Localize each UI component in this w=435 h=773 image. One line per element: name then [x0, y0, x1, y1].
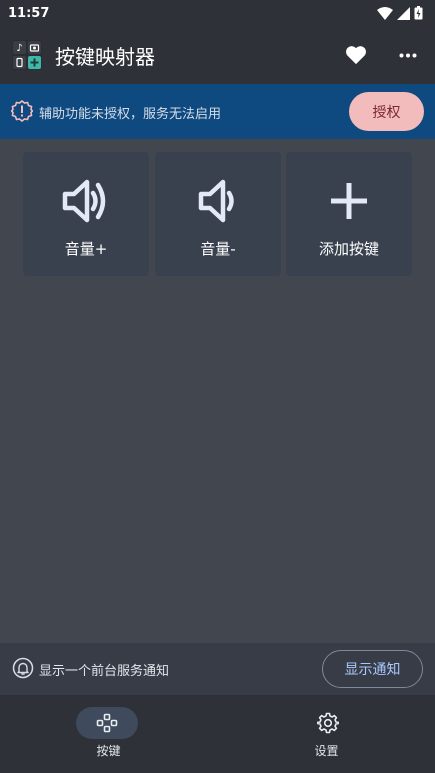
status-time: 11:57: [8, 5, 50, 21]
nav-label: 按键: [96, 744, 121, 758]
show-notification-button[interactable]: 显示通知: [322, 650, 423, 688]
app-bar: ♪ 按键映射器: [0, 26, 435, 84]
app-title: 按键映射器: [55, 45, 155, 69]
plus-icon: [324, 176, 374, 226]
nav-item-keys[interactable]: 按键: [0, 695, 217, 773]
favorite-button[interactable]: [343, 42, 369, 68]
bell-icon: [12, 657, 34, 679]
key-card-volume-up[interactable]: 音量+: [23, 152, 149, 276]
nav-item-settings[interactable]: 设置: [218, 695, 435, 773]
status-bar: 11:57: [0, 0, 435, 26]
more-horizontal-icon: [399, 53, 417, 57]
notification-banner: 显示一个前台服务通知 显示通知: [0, 643, 435, 695]
key-label: 音量+: [64, 240, 108, 258]
signal-icon: [397, 6, 410, 20]
bottom-navigation: 按键 设置: [0, 695, 435, 773]
permission-warning-banner: 辅助功能未授权，服务无法启用 授权: [0, 84, 435, 139]
warning-icon: [11, 100, 33, 122]
volume-down-icon: [193, 176, 243, 226]
key-card-volume-down[interactable]: 音量-: [155, 152, 281, 276]
battery-icon: [414, 6, 423, 20]
nav-active-indicator: [76, 707, 138, 739]
volume-up-icon: [61, 176, 111, 226]
add-key-card[interactable]: 添加按键: [286, 152, 412, 276]
key-label: 音量-: [200, 240, 236, 258]
gamepad-icon: [96, 713, 118, 733]
heart-icon: [346, 46, 366, 65]
key-label: 添加按键: [318, 240, 379, 258]
svg-text:♪: ♪: [16, 43, 22, 54]
more-options-button[interactable]: [394, 42, 422, 68]
app-logo-icon: ♪: [12, 40, 42, 70]
wifi-icon: [377, 6, 393, 20]
notification-text: 显示一个前台服务通知: [39, 664, 170, 679]
authorize-button[interactable]: 授权: [349, 92, 424, 131]
nav-label: 设置: [314, 744, 339, 758]
gear-icon: [316, 711, 340, 735]
status-icons: [377, 6, 423, 20]
warning-text: 辅助功能未授权，服务无法启用: [39, 107, 222, 122]
